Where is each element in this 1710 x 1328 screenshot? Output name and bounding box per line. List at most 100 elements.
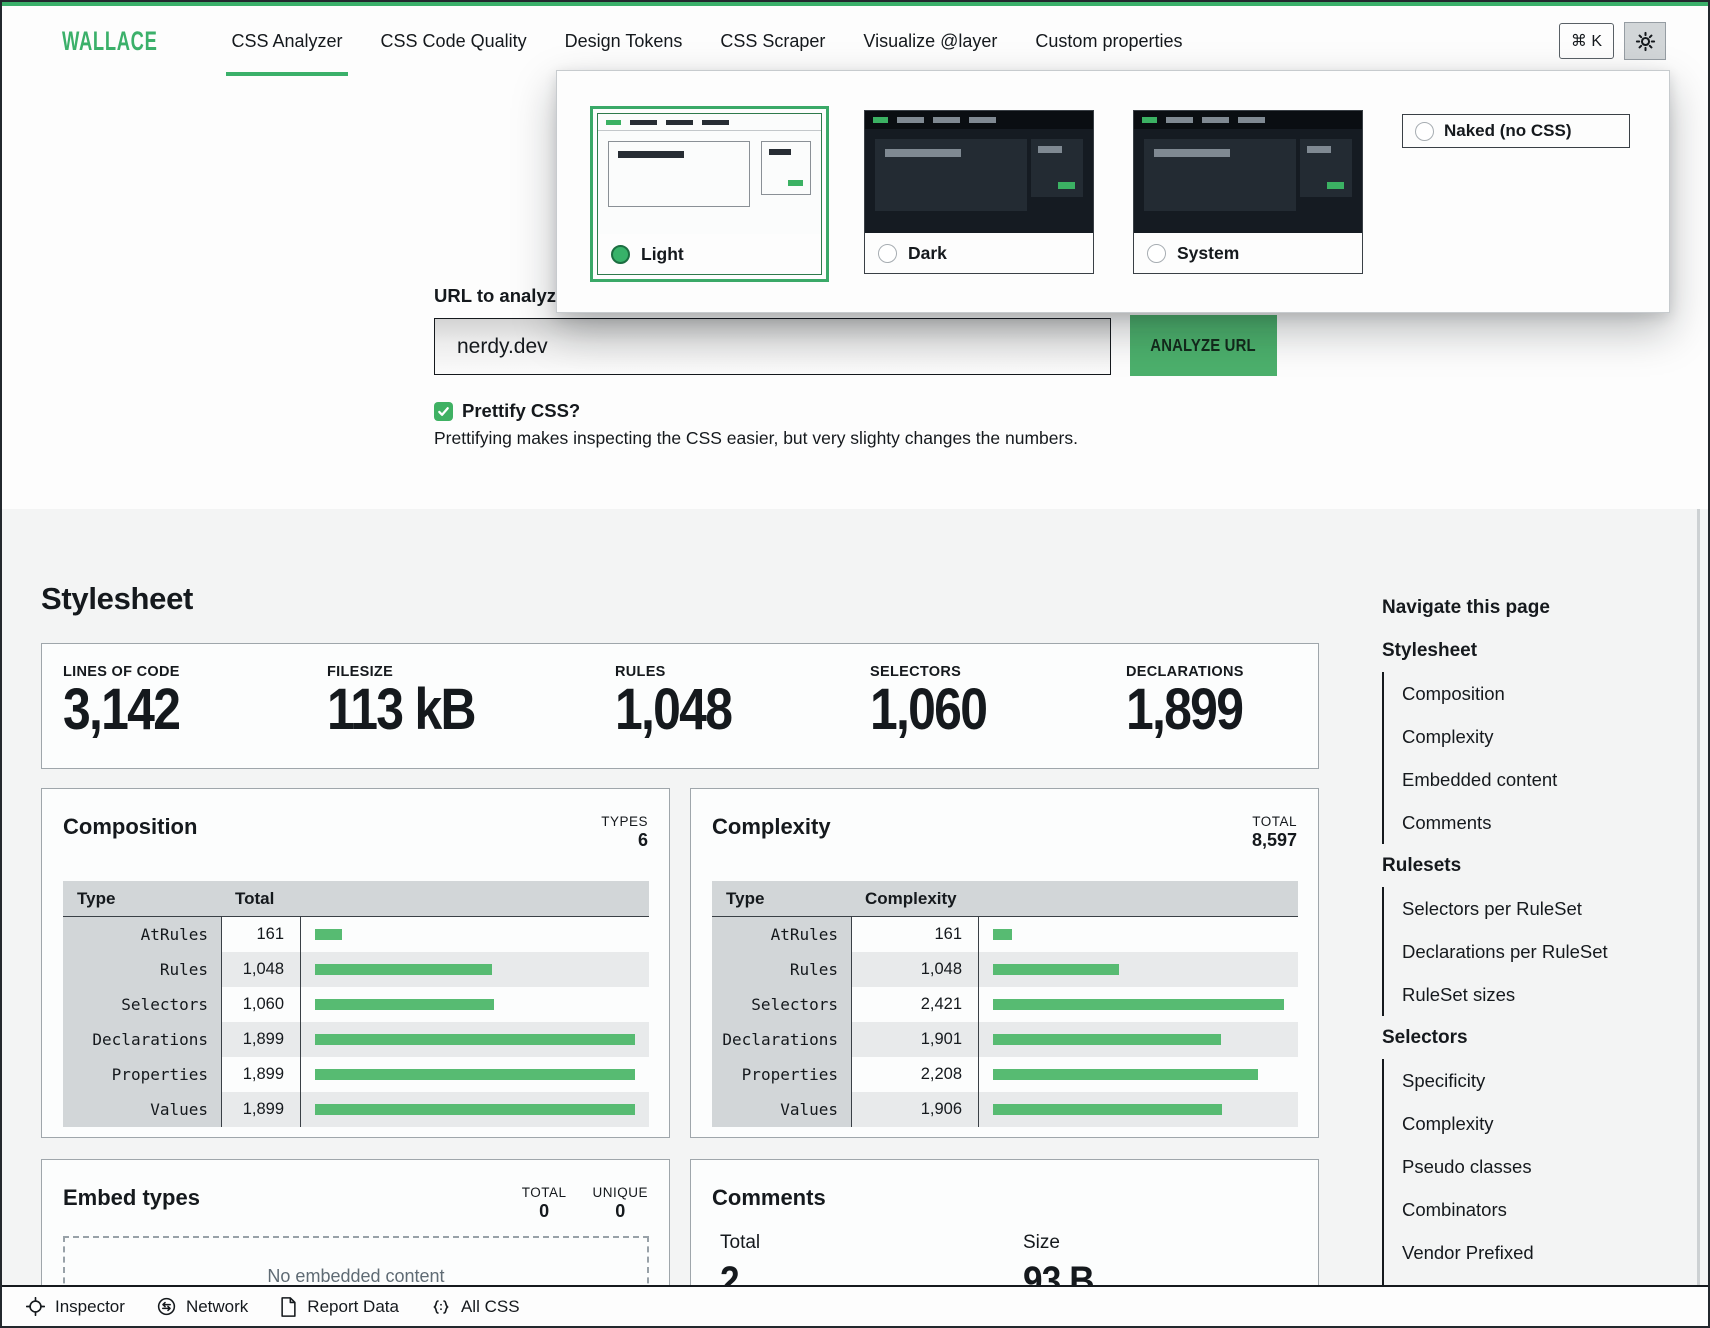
composition-card: Composition TYPES 6 Type Total AtRules 1… — [41, 788, 670, 1138]
tool-network[interactable]: Network — [157, 1297, 248, 1317]
theme-toggle-button[interactable] — [1624, 22, 1666, 60]
prettify-checkbox[interactable] — [434, 402, 453, 421]
stylesheet-stats-card: LINES OF CODE 3,142 FILESIZE 113 kB RULE… — [41, 643, 1319, 769]
app-window: WALLACE CSS Analyzer CSS Code Quality De… — [0, 0, 1710, 1328]
theme-label-dark: Dark — [908, 243, 947, 264]
theme-menu: Light Dark — [556, 70, 1670, 313]
theme-option-system[interactable]: System — [1133, 110, 1363, 274]
bar — [993, 1104, 1222, 1115]
table-row: Values 1,906 — [712, 1092, 1298, 1127]
stat-filesize: FILESIZE 113 kB — [327, 664, 499, 739]
network-arrows-icon — [157, 1297, 176, 1316]
embed-unique: UNIQUE 0 — [592, 1185, 648, 1222]
theme-option-light[interactable]: Light — [590, 106, 829, 282]
table-row: AtRules 161 — [63, 917, 649, 952]
sun-icon — [1634, 30, 1657, 53]
composition-title: Composition — [63, 814, 197, 851]
bottom-toolbar: Inspector Network Report Data — [2, 1285, 1708, 1326]
theme-label-light: Light — [641, 244, 684, 265]
scrollbar-track[interactable] — [1697, 509, 1700, 1285]
tool-inspector[interactable]: Inspector — [26, 1297, 125, 1317]
theme-option-naked[interactable]: Naked (no CSS) — [1402, 114, 1630, 148]
toc-link-embedded-content[interactable]: Embedded content — [1402, 758, 1632, 801]
toc-link-comments[interactable]: Comments — [1402, 801, 1632, 844]
page-toc: Navigate this page Stylesheet Compositio… — [1382, 587, 1632, 1285]
radio-light[interactable] — [611, 245, 630, 264]
theme-option-dark[interactable]: Dark — [864, 110, 1094, 274]
stat-lines-of-code: LINES OF CODE 3,142 — [63, 664, 198, 739]
toc-link-specificity[interactable]: Specificity — [1402, 1059, 1632, 1102]
stat-selectors: SELECTORS 1,060 — [870, 664, 1005, 739]
toc-link-selector-complexity[interactable]: Complexity — [1402, 1102, 1632, 1145]
tool-all-css[interactable]: All CSS — [431, 1297, 520, 1317]
toc-link-ruleset-sizes[interactable]: RuleSet sizes — [1402, 973, 1632, 1016]
embed-total: TOTAL 0 — [522, 1185, 567, 1222]
complexity-total: TOTAL 8,597 — [1252, 814, 1297, 851]
toc-link-selectors[interactable]: Selectors — [1382, 1016, 1632, 1059]
bar — [993, 929, 1012, 940]
complexity-title: Complexity — [712, 814, 831, 851]
light-theme-preview — [598, 114, 821, 234]
toc-link-accessibility[interactable]: Accessibility — [1402, 1274, 1632, 1285]
header-controls: ⌘ K — [1559, 22, 1666, 60]
bar — [315, 929, 342, 940]
embed-types-card: Embed types TOTAL 0 UNIQUE 0 No embedded… — [41, 1159, 670, 1285]
document-icon — [280, 1297, 297, 1317]
table-row: Rules 1,048 — [712, 952, 1298, 987]
table-row: Selectors 2,421 — [712, 987, 1298, 1022]
comments-card: Comments Total 2 Size 93 B — [690, 1159, 1319, 1285]
nav-visualize-layer[interactable]: Visualize @layer — [844, 6, 1016, 76]
stat-rules: RULES 1,048 — [615, 664, 750, 739]
toc-link-combinators[interactable]: Combinators — [1402, 1188, 1632, 1231]
radio-naked[interactable] — [1415, 122, 1434, 141]
toc-link-declarations-per-ruleset[interactable]: Declarations per RuleSet — [1402, 930, 1632, 973]
bar — [993, 999, 1284, 1010]
toc-link-composition[interactable]: Composition — [1402, 672, 1632, 715]
table-row: Properties 1,899 — [63, 1057, 649, 1092]
table-row: Declarations 1,901 — [712, 1022, 1298, 1057]
bar — [315, 1104, 635, 1115]
radio-dark[interactable] — [878, 244, 897, 263]
stat-declarations: DECLARATIONS 1,899 — [1126, 664, 1261, 739]
logo[interactable]: WALLACE — [62, 26, 158, 57]
table-row: Properties 2,208 — [712, 1057, 1298, 1092]
bar — [993, 964, 1119, 975]
braces-icon — [431, 1299, 451, 1315]
nav-css-code-quality[interactable]: CSS Code Quality — [362, 6, 546, 76]
url-label: URL to analyze — [434, 285, 566, 307]
nav-css-scraper[interactable]: CSS Scraper — [701, 6, 844, 76]
comments-total: Total 2 — [720, 1232, 760, 1285]
toc-title: Navigate this page — [1382, 587, 1632, 629]
composition-types-count: TYPES 6 — [601, 814, 648, 851]
analyze-url-button[interactable]: ANALYZE URL — [1130, 315, 1277, 376]
url-input[interactable] — [434, 318, 1111, 375]
bar — [315, 1069, 635, 1080]
table-header: Type Complexity — [712, 881, 1298, 917]
table-row: Rules 1,048 — [63, 952, 649, 987]
empty-embed-placeholder: No embedded content — [63, 1236, 649, 1285]
bar — [993, 1069, 1258, 1080]
radio-system[interactable] — [1147, 244, 1166, 263]
nav-css-analyzer[interactable]: CSS Analyzer — [212, 6, 361, 76]
bar — [315, 999, 494, 1010]
system-theme-preview — [1134, 111, 1362, 233]
bar — [993, 1034, 1221, 1045]
table-row: Declarations 1,899 — [63, 1022, 649, 1057]
command-k-shortcut[interactable]: ⌘ K — [1559, 23, 1614, 59]
theme-label-system: System — [1177, 243, 1239, 264]
toc-link-stylesheet[interactable]: Stylesheet — [1382, 629, 1632, 672]
composition-table: Type Total AtRules 161 Rules 1,048 Selec… — [63, 881, 649, 1127]
toc-link-vendor-prefixed[interactable]: Vendor Prefixed — [1402, 1231, 1632, 1274]
comments-title: Comments — [712, 1185, 826, 1211]
page-title: Stylesheet — [41, 581, 193, 617]
toc-link-pseudo-classes[interactable]: Pseudo classes — [1402, 1145, 1632, 1188]
bar — [315, 964, 492, 975]
prettify-label: Prettify CSS? — [462, 400, 580, 422]
nav-custom-properties[interactable]: Custom properties — [1016, 6, 1201, 76]
nav-design-tokens[interactable]: Design Tokens — [546, 6, 702, 76]
toc-link-selectors-per-ruleset[interactable]: Selectors per RuleSet — [1402, 887, 1632, 930]
report-section: Stylesheet LINES OF CODE 3,142 FILESIZE … — [2, 509, 1708, 1285]
toc-link-rulesets[interactable]: Rulesets — [1382, 844, 1632, 887]
tool-report-data[interactable]: Report Data — [280, 1297, 399, 1317]
toc-link-complexity[interactable]: Complexity — [1402, 715, 1632, 758]
